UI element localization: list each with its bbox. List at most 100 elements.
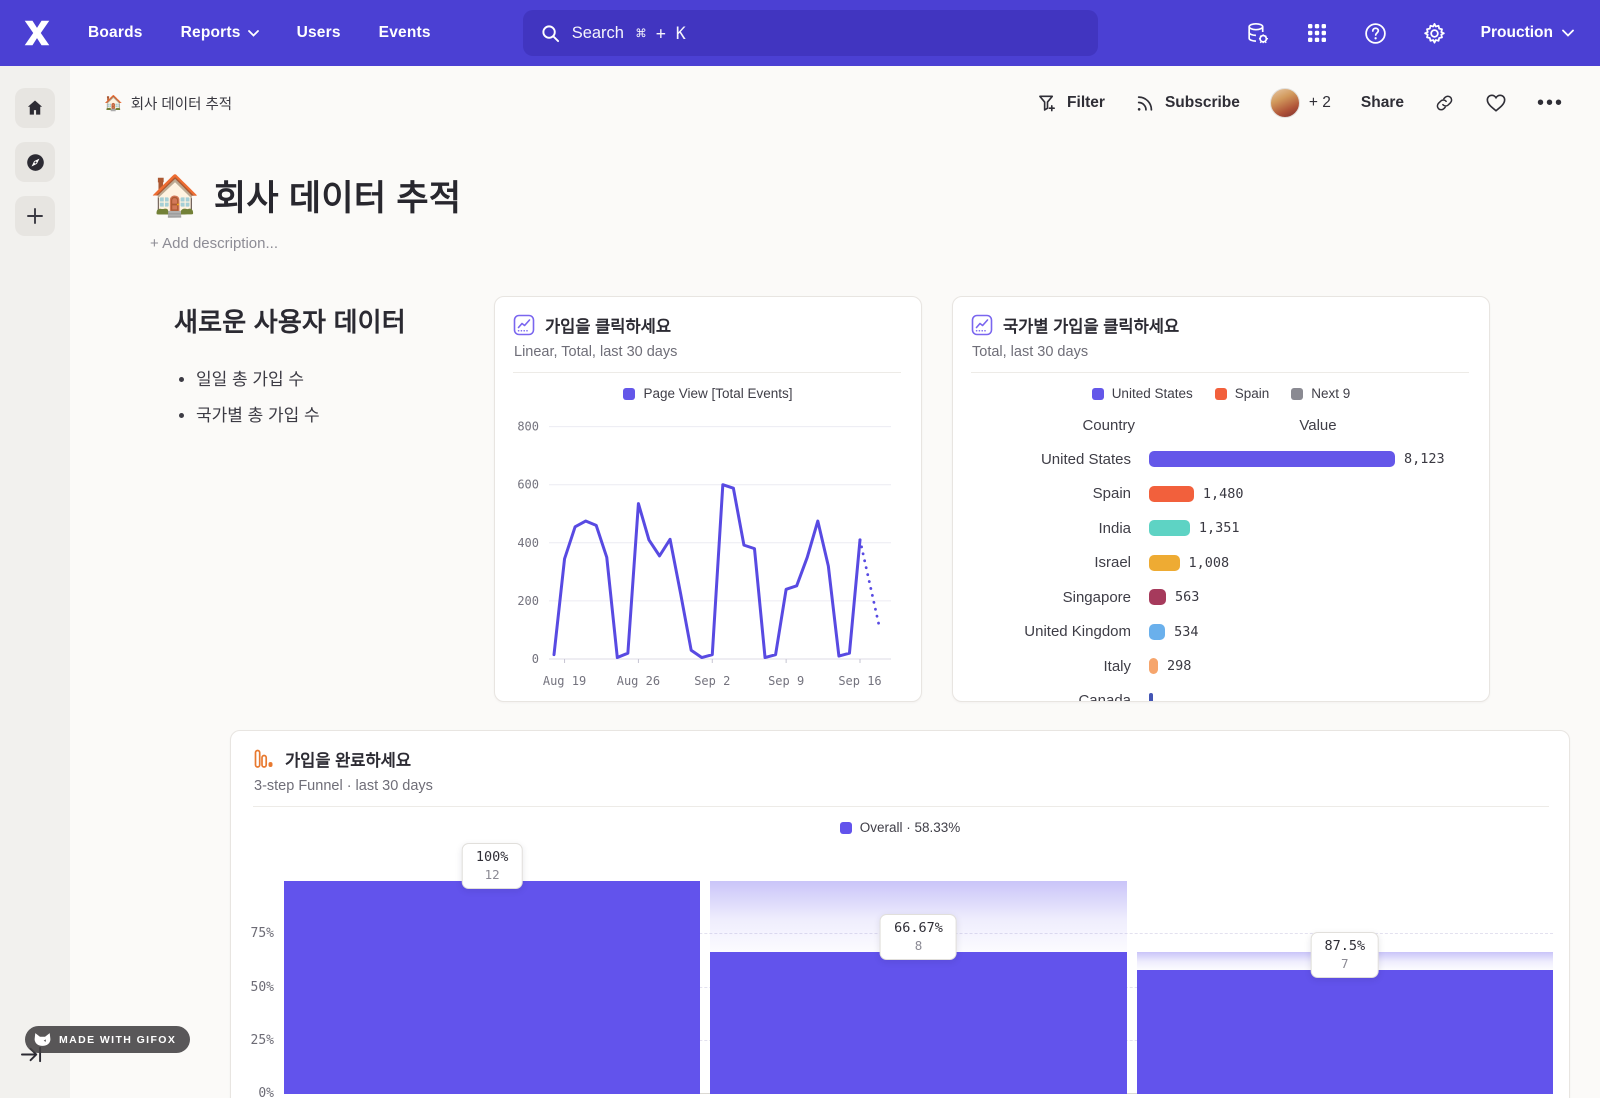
avatar	[1270, 88, 1300, 118]
country-bar[interactable]	[1149, 486, 1194, 502]
country-value: 1,351	[1199, 520, 1240, 536]
country-bar-card[interactable]: 국가별 가입을 클릭하세요 Total, last 30 days United…	[952, 296, 1490, 702]
filter-button[interactable]: Filter	[1037, 93, 1105, 113]
nav-menu: Boards Reports Users Events	[88, 24, 431, 42]
legend-swatch	[1092, 388, 1104, 400]
country-label: United Kingdom	[953, 623, 1149, 640]
card-subtitle: 3-step Funnel · last 30 days	[253, 778, 1549, 794]
collaborators[interactable]: + 2	[1270, 88, 1331, 118]
home-icon	[25, 98, 45, 118]
country-bar[interactable]	[1149, 520, 1190, 536]
left-rail	[0, 66, 70, 1098]
help-icon[interactable]	[1363, 20, 1389, 46]
data-management-icon[interactable]	[1245, 20, 1271, 46]
funnel-bar[interactable]	[710, 952, 1126, 1094]
copy-link-button[interactable]	[1434, 93, 1455, 113]
svg-text:600: 600	[517, 478, 539, 492]
line-chart-icon	[971, 314, 993, 336]
country-column-headers: Country Value	[953, 417, 1489, 434]
country-value: 8,123	[1404, 451, 1445, 467]
line-chart-card[interactable]: 가입을 클릭하세요 Linear, Total, last 30 days Pa…	[494, 296, 922, 702]
country-row: Singapore 563	[953, 580, 1489, 615]
funnel-bar[interactable]	[1137, 970, 1553, 1094]
search-input[interactable]: Search ⌘ + K	[523, 10, 1098, 56]
card-title: 가입을 클릭하세요	[545, 313, 671, 337]
board-toolbar: 🏠 회사 데이터 추적 Filter Subscribe + 2 Share	[70, 66, 1600, 140]
funnel-plot: 0%25%50%75%100%1266.67%887.5%7	[284, 847, 1553, 1094]
legend-item[interactable]: Next 9	[1291, 386, 1350, 401]
favorite-button[interactable]	[1485, 93, 1507, 113]
country-label: Singapore	[953, 589, 1149, 606]
search-label: Search	[572, 24, 624, 43]
text-card: 새로운 사용자 데이터 일일 총 가입 수국가별 총 가입 수	[150, 296, 480, 702]
settings-gear-icon[interactable]	[1422, 20, 1448, 46]
card-subtitle: Total, last 30 days	[971, 344, 1469, 360]
country-bar[interactable]	[1149, 624, 1165, 640]
home-button[interactable]	[15, 88, 55, 128]
svg-text:0: 0	[532, 652, 539, 666]
funnel-bars: 100%1266.67%887.5%7	[284, 847, 1553, 1094]
line-chart-canvas[interactable]: 0200400600800Aug 19Aug 26Sep 2Sep 9Sep 1…	[495, 403, 921, 695]
country-value: 563	[1175, 589, 1199, 605]
collaborator-count: + 2	[1309, 94, 1331, 112]
legend-swatch	[623, 388, 635, 400]
funnel-legend: Overall · 58.33%	[231, 820, 1569, 835]
gifox-watermark: MADE WITH GIFOX	[25, 1026, 190, 1053]
nav-item-events[interactable]: Events	[379, 24, 431, 42]
share-button[interactable]: Share	[1361, 94, 1404, 112]
legend-item[interactable]: Spain	[1215, 386, 1270, 401]
country-label: United States	[953, 451, 1149, 468]
funnel-card[interactable]: 가입을 완료하세요 3-step Funnel · last 30 days O…	[230, 730, 1570, 1098]
explore-button[interactable]	[15, 142, 55, 182]
country-bar[interactable]	[1149, 693, 1153, 702]
country-rows: United States8,123Spain1,480India1,351Is…	[953, 442, 1489, 702]
board-body: 🏠 회사 데이터 추적 + Add description... 새로운 사용자…	[70, 140, 1600, 1098]
chevron-down-icon	[248, 30, 259, 37]
mixpanel-logo[interactable]	[14, 10, 60, 56]
country-value: 1,480	[1203, 486, 1244, 502]
country-bar[interactable]	[1149, 555, 1180, 571]
apps-grid-icon[interactable]	[1304, 20, 1330, 46]
funnel-tooltip: 66.67%8	[880, 914, 957, 960]
legend-item[interactable]: Page View [Total Events]	[623, 386, 792, 401]
text-card-bullets: 일일 총 가입 수국가별 총 가입 수	[196, 365, 480, 426]
funnel-tooltip: 87.5%7	[1310, 932, 1379, 978]
legend-swatch	[1215, 388, 1227, 400]
heart-icon	[1485, 93, 1507, 113]
add-description-field[interactable]: + Add description...	[150, 235, 1600, 252]
country-label: Israel	[953, 554, 1149, 571]
breadcrumb[interactable]: 🏠 회사 데이터 추적	[104, 93, 232, 114]
svg-text:Aug 26: Aug 26	[617, 674, 660, 688]
legend-item[interactable]: United States	[1092, 386, 1193, 401]
nav-right-cluster: Prouction	[1245, 20, 1574, 46]
text-card-heading: 새로운 사용자 데이터	[174, 302, 480, 339]
funnel-step-3: 87.5%7	[1137, 847, 1553, 1094]
more-options-button[interactable]: •••	[1537, 98, 1564, 108]
nav-item-reports[interactable]: Reports	[181, 24, 259, 42]
cards-row: 새로운 사용자 데이터 일일 총 가입 수국가별 총 가입 수 가입을 클릭하세…	[150, 296, 1600, 702]
country-bar[interactable]	[1149, 589, 1166, 605]
country-bar[interactable]	[1149, 658, 1158, 674]
board-page: 🏠 회사 데이터 추적 Filter Subscribe + 2 Share	[70, 66, 1600, 1098]
bullet-item: 국가별 총 가입 수	[196, 401, 480, 426]
svg-text:Sep 16: Sep 16	[838, 674, 881, 688]
funnel-bar[interactable]	[284, 881, 700, 1094]
legend-item[interactable]: Overall · 58.33%	[840, 820, 961, 835]
country-value: 1,008	[1189, 555, 1230, 571]
page-title: 회사 데이터 추적	[214, 170, 462, 221]
subscribe-button[interactable]: Subscribe	[1135, 93, 1240, 113]
create-board-button[interactable]	[15, 196, 55, 236]
breadcrumb-emoji: 🏠	[104, 94, 123, 112]
country-legend: United States Spain Next 9	[953, 386, 1489, 401]
nav-item-users[interactable]: Users	[297, 24, 341, 42]
card-subtitle: Linear, Total, last 30 days	[513, 344, 901, 360]
rss-icon	[1135, 93, 1156, 113]
funnel-chart-icon	[253, 748, 275, 770]
legend-swatch	[1291, 388, 1303, 400]
svg-text:Sep 9: Sep 9	[768, 674, 804, 688]
funnel-tooltip: 100%12	[462, 843, 523, 889]
svg-text:400: 400	[517, 536, 539, 550]
nav-item-boards[interactable]: Boards	[88, 24, 143, 42]
project-switcher[interactable]: Prouction	[1481, 24, 1574, 42]
country-bar[interactable]	[1149, 451, 1395, 467]
